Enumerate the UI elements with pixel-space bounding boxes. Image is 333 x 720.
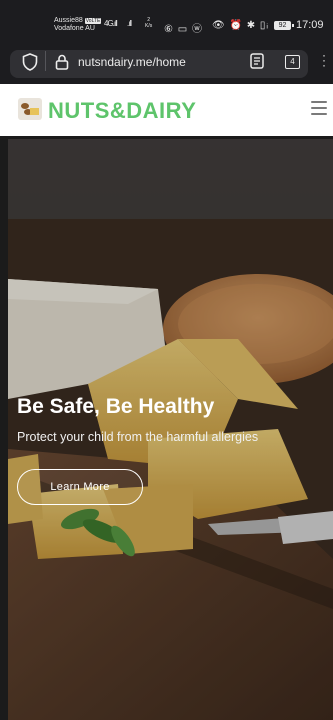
notification-icons: ⑥ ▭ ⓦ — [164, 24, 203, 35]
hero-title: Be Safe, Be Healthy — [17, 395, 215, 418]
carrier-name: Aussie88 — [54, 17, 83, 24]
network-speed: 2 K/s — [145, 17, 152, 29]
shield-icon[interactable] — [22, 53, 38, 71]
speed-unit: K/s — [145, 23, 153, 29]
site-header: NUTS&DAIRY — [0, 84, 333, 136]
signal-icon-2: .ıll — [127, 19, 132, 28]
hero-subtitle: Protect your child from the harmful alle… — [17, 430, 259, 444]
logo-icon[interactable] — [18, 98, 42, 120]
system-icons: 👁 ⏰ ✱ ▯ᵢ — [212, 20, 269, 31]
tabs-button[interactable]: 4 — [285, 55, 300, 69]
status-bar: Aussie88 VoLTE Vodafone AU 4G.ıll .ıll 2… — [0, 0, 333, 44]
carrier-network: Vodafone AU — [54, 25, 95, 32]
battery-icon: 92 — [274, 21, 294, 30]
volte-badge: VoLTE — [84, 18, 102, 24]
brand-name[interactable]: NUTS&DAIRY — [48, 98, 196, 124]
more-menu-icon[interactable]: · · · — [322, 49, 326, 71]
hamburger-menu-icon[interactable] — [311, 101, 327, 115]
lock-icon[interactable] — [55, 54, 69, 70]
url-text[interactable]: nutsndairy.me/home — [78, 55, 186, 69]
hero-section: Be Safe, Be Healthy Protect your child f… — [8, 139, 333, 720]
learn-more-button[interactable]: Learn More — [17, 469, 143, 505]
reader-mode-icon[interactable] — [250, 53, 264, 69]
clock: 17:09 — [296, 19, 324, 31]
signal-icon-1: 4G.ıll — [104, 19, 118, 28]
carrier-info: Aussie88 VoLTE Vodafone AU — [54, 17, 102, 33]
toolbar-divider — [45, 51, 46, 71]
